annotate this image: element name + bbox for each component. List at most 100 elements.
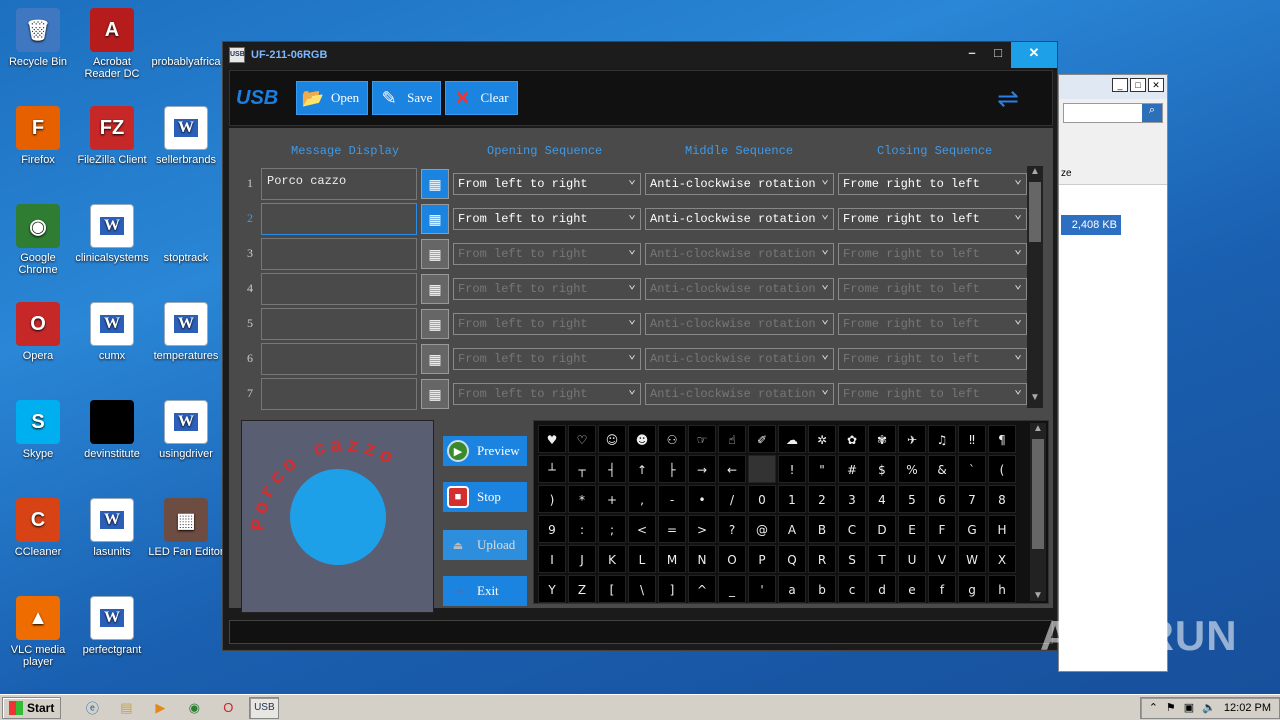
close-icon[interactable]: ✕	[1148, 78, 1164, 92]
closing-select[interactable]: Frome right to left	[838, 312, 1027, 335]
middle-select[interactable]: Anti-clockwise rotation	[645, 207, 834, 230]
bg-search-input[interactable]: ⌕	[1063, 103, 1163, 123]
scroll-down-icon[interactable]: ▼	[1027, 392, 1043, 408]
char-cell[interactable]: ?	[718, 515, 746, 543]
app-titlebar[interactable]: USB UF-211-06RGB – □ ✕	[223, 42, 1057, 68]
message-input[interactable]	[261, 307, 417, 340]
char-cell[interactable]: ✐	[748, 425, 776, 453]
char-cell[interactable]: F	[928, 515, 956, 543]
upload-button[interactable]: ⏏ Upload	[443, 530, 527, 560]
char-cell[interactable]: ☞	[688, 425, 716, 453]
char-cell[interactable]: M	[658, 545, 686, 573]
desktop-icon[interactable]: O Opera	[0, 302, 76, 362]
effect-picker-button[interactable]: ▦	[421, 168, 449, 199]
char-cell[interactable]: "	[808, 455, 836, 483]
char-cell[interactable]: ✲	[808, 425, 836, 453]
save-button[interactable]: ✎ Save	[372, 81, 442, 115]
char-cell[interactable]: _	[718, 575, 746, 603]
open-button[interactable]: 📂 Open	[296, 81, 369, 115]
char-cell[interactable]: C	[838, 515, 866, 543]
char-cell[interactable]: ,	[628, 485, 656, 513]
char-cell[interactable]: (	[988, 455, 1016, 483]
char-cell[interactable]: P	[748, 545, 776, 573]
message-input[interactable]	[261, 202, 417, 235]
char-cell[interactable]: 5	[898, 485, 926, 513]
chars-scroll-down-icon[interactable]: ▼	[1030, 590, 1046, 601]
char-cell[interactable]: 7	[958, 485, 986, 513]
message-input[interactable]	[261, 237, 417, 270]
opening-select[interactable]: From left to right	[453, 277, 641, 300]
char-cell[interactable]: H	[988, 515, 1016, 543]
char-cell[interactable]: g	[958, 575, 986, 603]
desktop-icon[interactable]: probablyafrica	[148, 8, 224, 68]
middle-select[interactable]: Anti-clockwise rotation	[645, 172, 834, 195]
chars-scrollbar[interactable]: ▲ ▼	[1030, 423, 1046, 601]
char-cell[interactable]: ☺	[598, 425, 626, 453]
char-cell[interactable]: ]	[658, 575, 686, 603]
opening-select[interactable]: From left to right	[453, 347, 641, 370]
preview-button[interactable]: ▶ Preview	[443, 436, 527, 466]
opening-select[interactable]: From left to right	[453, 382, 641, 405]
closing-select[interactable]: Frome right to left	[838, 242, 1027, 265]
char-cell[interactable]: ⚇	[658, 425, 686, 453]
desktop-icon[interactable]: ▲ VLC media player	[0, 596, 76, 668]
desktop-icon[interactable]: devinstitute	[74, 400, 150, 460]
char-cell[interactable]: 2	[808, 485, 836, 513]
flag-icon[interactable]: ⚑	[1166, 701, 1176, 714]
char-cell[interactable]: f	[928, 575, 956, 603]
char-cell[interactable]: ‼	[958, 425, 986, 453]
message-input[interactable]	[261, 377, 417, 410]
message-input[interactable]	[261, 272, 417, 305]
opera-icon[interactable]: O	[217, 698, 239, 718]
char-cell[interactable]: 0	[748, 485, 776, 513]
desktop-icon[interactable]: Wusingdriver	[148, 400, 224, 460]
start-button[interactable]: Start	[2, 696, 62, 719]
char-cell[interactable]: N	[688, 545, 716, 573]
char-cell[interactable]: A	[778, 515, 806, 543]
char-cell[interactable]: c	[838, 575, 866, 603]
opening-select[interactable]: From left to right	[453, 172, 641, 195]
char-cell[interactable]: #	[838, 455, 866, 483]
char-cell[interactable]: T	[868, 545, 896, 573]
char-cell[interactable]: ☻	[628, 425, 656, 453]
effect-picker-button[interactable]: ▦	[421, 238, 449, 269]
closing-select[interactable]: Frome right to left	[838, 382, 1027, 405]
char-cell[interactable]: ¶	[988, 425, 1016, 453]
char-cell[interactable]: D	[868, 515, 896, 543]
rows-scrollbar[interactable]: ▲ ▼	[1027, 166, 1043, 408]
char-cell[interactable]: [	[598, 575, 626, 603]
char-cell[interactable]: `	[958, 455, 986, 483]
volume-icon[interactable]: 🔈	[1202, 701, 1216, 714]
desktop-icon[interactable]: A Acrobat Reader DC	[74, 8, 150, 80]
char-cell[interactable]: •	[688, 485, 716, 513]
opening-select[interactable]: From left to right	[453, 207, 641, 230]
desktop-icon[interactable]: ▦ LED Fan Editor	[148, 498, 224, 558]
exit-button[interactable]: ⇥ Exit	[443, 576, 527, 606]
maximize-icon[interactable]: □	[1130, 78, 1146, 92]
char-cell[interactable]: R	[808, 545, 836, 573]
closing-select[interactable]: Frome right to left	[838, 277, 1027, 300]
char-cell[interactable]: $	[868, 455, 896, 483]
char-cell[interactable]: 6	[928, 485, 956, 513]
char-cell[interactable]	[748, 455, 776, 483]
char-cell[interactable]: \	[628, 575, 656, 603]
char-cell[interactable]: J	[568, 545, 596, 573]
network-icon[interactable]: ▣	[1184, 701, 1194, 714]
char-cell[interactable]: ┤	[598, 455, 626, 483]
char-cell[interactable]: %	[898, 455, 926, 483]
desktop-icon[interactable]: F Firefox	[0, 106, 76, 166]
effect-picker-button[interactable]: ▦	[421, 308, 449, 339]
char-cell[interactable]: <	[628, 515, 656, 543]
char-cell[interactable]: &	[928, 455, 956, 483]
scroll-up-icon[interactable]: ▲	[1027, 166, 1043, 182]
char-cell[interactable]: -	[658, 485, 686, 513]
desktop-icon[interactable]: FZ FileZilla Client	[74, 106, 150, 166]
chars-scroll-up-icon[interactable]: ▲	[1030, 423, 1046, 434]
bg-file-size[interactable]: 2,408 KB	[1061, 215, 1121, 235]
char-cell[interactable]: h	[988, 575, 1016, 603]
effect-picker-button[interactable]: ▦	[421, 378, 449, 409]
message-input[interactable]	[261, 342, 417, 375]
char-cell[interactable]: E	[898, 515, 926, 543]
char-cell[interactable]: ♥	[538, 425, 566, 453]
middle-select[interactable]: Anti-clockwise rotation	[645, 242, 834, 265]
